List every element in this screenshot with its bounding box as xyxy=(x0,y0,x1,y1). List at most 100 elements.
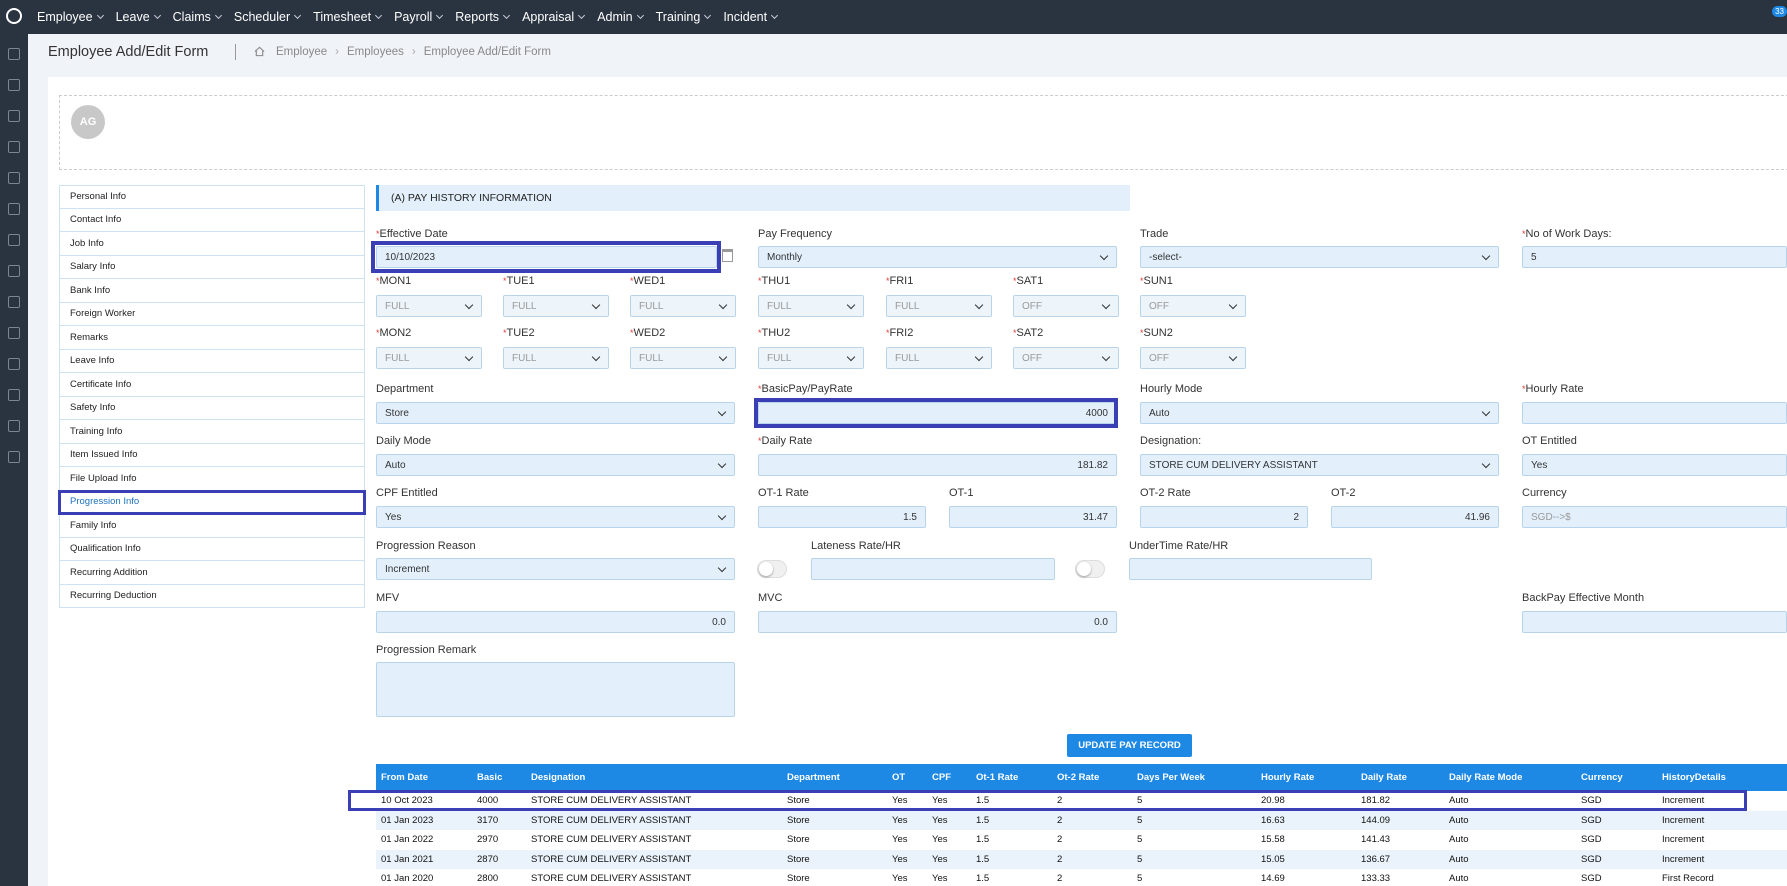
avatar[interactable]: AG xyxy=(71,105,105,139)
menu-training[interactable]: Training xyxy=(656,10,712,24)
calendar-icon[interactable] xyxy=(722,249,733,262)
pay-frequency-select[interactable]: Monthly xyxy=(758,246,1117,268)
column-header[interactable]: Ot-1 Rate xyxy=(976,764,1018,791)
sun2-select[interactable]: OFF xyxy=(1140,347,1246,369)
cpf-entitled-select[interactable]: Yes xyxy=(376,506,735,528)
progression-reason-select[interactable]: Increment xyxy=(376,558,735,580)
undertime-toggle[interactable] xyxy=(1075,560,1105,578)
home-icon[interactable] xyxy=(254,46,265,57)
sidebar-folder-icon[interactable] xyxy=(8,296,20,308)
ot2-input[interactable]: 41.96 xyxy=(1331,506,1499,528)
tue2-select[interactable]: FULL xyxy=(503,347,609,369)
lateness-toggle[interactable] xyxy=(757,560,787,578)
subnav-item-remarks[interactable]: Remarks xyxy=(59,326,365,350)
column-header[interactable]: OT xyxy=(892,764,905,791)
progression-remark-textarea[interactable] xyxy=(376,662,735,717)
sidebar-layers-icon[interactable] xyxy=(8,172,20,184)
table-row[interactable]: 01 Jan 2021 2870 STORE CUM DELIVERY ASSIST… xyxy=(376,849,1787,869)
mon1-select[interactable]: FULL xyxy=(376,295,482,317)
column-header[interactable]: HistoryDetails xyxy=(1662,764,1726,791)
column-header[interactable]: Department xyxy=(787,764,840,791)
column-header[interactable]: Daily Rate xyxy=(1361,764,1407,791)
column-header[interactable]: Basic xyxy=(477,764,502,791)
table-row[interactable]: 01 Jan 2023 3170 STORE CUM DELIVERY ASSIST… xyxy=(376,810,1787,830)
sidebar-inbox-icon[interactable] xyxy=(8,358,20,370)
subnav-item-item-issued-info[interactable]: Item Issued Info xyxy=(59,443,365,467)
daily-mode-select[interactable]: Auto xyxy=(376,454,735,476)
column-header[interactable]: Hourly Rate xyxy=(1261,764,1314,791)
subnav-item-progression-info[interactable]: Progression Info xyxy=(58,489,366,515)
undertime-rate-input[interactable] xyxy=(1129,558,1372,580)
column-header[interactable]: From Date xyxy=(381,764,428,791)
sidebar-gear-icon[interactable] xyxy=(8,234,20,246)
thu1-select[interactable]: FULL xyxy=(758,295,864,317)
currency-input[interactable]: SGD-->$ xyxy=(1522,506,1787,528)
menu-appraisal[interactable]: Appraisal xyxy=(522,10,586,24)
column-header[interactable]: Days Per Week xyxy=(1137,764,1205,791)
subnav-item-leave-info[interactable]: Leave Info xyxy=(59,349,365,373)
subnav-item-bank-info[interactable]: Bank Info xyxy=(59,279,365,303)
subnav-item-recurring-addition[interactable]: Recurring Addition xyxy=(59,561,365,585)
sidebar-list-icon[interactable] xyxy=(8,141,20,153)
breadcrumb-employee[interactable]: Employee xyxy=(276,46,327,58)
lateness-rate-input[interactable] xyxy=(811,558,1055,580)
ot-entitled-select[interactable]: Yes xyxy=(1522,454,1787,476)
trade-select[interactable]: -select- xyxy=(1140,246,1499,268)
subnav-item-job-info[interactable]: Job Info xyxy=(59,232,365,256)
menu-reports[interactable]: Reports xyxy=(455,10,511,24)
subnav-item-family-info[interactable]: Family Info xyxy=(59,514,365,538)
sidebar-file-icon[interactable] xyxy=(8,327,20,339)
hourly-rate-input[interactable] xyxy=(1522,402,1787,424)
table-row[interactable]: 01 Jan 2022 2970 STORE CUM DELIVERY ASSIST… xyxy=(376,830,1787,850)
ot1-rate-input[interactable]: 1.5 xyxy=(758,506,926,528)
menu-admin[interactable]: Admin xyxy=(597,10,644,24)
wed1-select[interactable]: FULL xyxy=(630,295,736,317)
subnav-item-certificate-info[interactable]: Certificate Info xyxy=(59,373,365,397)
wed2-select[interactable]: FULL xyxy=(630,347,736,369)
sidebar-copy-icon[interactable] xyxy=(8,451,20,463)
menu-scheduler[interactable]: Scheduler xyxy=(234,10,302,24)
hourly-mode-select[interactable]: Auto xyxy=(1140,402,1499,424)
ot2-rate-input[interactable]: 2 xyxy=(1140,506,1308,528)
sidebar-chart-icon[interactable] xyxy=(8,203,20,215)
daily-rate-input[interactable]: 181.82 xyxy=(758,454,1117,476)
thu2-select[interactable]: FULL xyxy=(758,347,864,369)
sidebar-edit-icon[interactable] xyxy=(8,420,20,432)
subnav-item-foreign-worker[interactable]: Foreign Worker xyxy=(59,302,365,326)
ot1-input[interactable]: 31.47 xyxy=(949,506,1117,528)
work-days-input[interactable]: 5 xyxy=(1522,246,1787,268)
menu-payroll[interactable]: Payroll xyxy=(394,10,444,24)
subnav-item-recurring-deduction[interactable]: Recurring Deduction xyxy=(59,584,365,608)
app-logo-icon[interactable] xyxy=(6,8,22,24)
menu-employee[interactable]: Employee xyxy=(37,10,104,24)
sat2-select[interactable]: OFF xyxy=(1013,347,1119,369)
subnav-item-training-info[interactable]: Training Info xyxy=(59,420,365,444)
sidebar-dashboard-icon[interactable] xyxy=(8,48,20,60)
tue1-select[interactable]: FULL xyxy=(503,295,609,317)
subnav-item-salary-info[interactable]: Salary Info xyxy=(59,255,365,279)
column-header[interactable]: Designation xyxy=(531,764,585,791)
subnav-item-qualification-info[interactable]: Qualification Info xyxy=(59,537,365,561)
column-header[interactable]: CPF xyxy=(932,764,951,791)
sun1-select[interactable]: OFF xyxy=(1140,295,1246,317)
designation-select[interactable]: STORE CUM DELIVERY ASSISTANT xyxy=(1140,454,1499,476)
column-header[interactable]: Daily Rate Mode xyxy=(1449,764,1522,791)
sidebar-stack-icon[interactable] xyxy=(8,389,20,401)
column-header[interactable]: Ot-2 Rate xyxy=(1057,764,1099,791)
column-header[interactable]: Currency xyxy=(1581,764,1623,791)
sidebar-document-icon[interactable] xyxy=(8,265,20,277)
table-row[interactable]: 01 Jan 2020 2800 STORE CUM DELIVERY ASSIST… xyxy=(376,869,1787,886)
menu-timesheet[interactable]: Timesheet xyxy=(313,10,383,24)
subnav-item-personal-info[interactable]: Personal Info xyxy=(59,185,365,209)
fri1-select[interactable]: FULL xyxy=(886,295,992,317)
notification-badge[interactable]: 33 xyxy=(1772,6,1787,17)
mvc-input[interactable]: 0.0 xyxy=(758,611,1117,633)
subnav-item-safety-info[interactable]: Safety Info xyxy=(59,396,365,420)
mfv-input[interactable]: 0.0 xyxy=(376,611,735,633)
subnav-item-contact-info[interactable]: Contact Info xyxy=(59,208,365,232)
subnav-item-file-upload-info[interactable]: File Upload Info xyxy=(59,467,365,491)
menu-claims[interactable]: Claims xyxy=(173,10,222,24)
sat1-select[interactable]: OFF xyxy=(1013,295,1119,317)
sidebar-wallet-icon[interactable] xyxy=(8,110,20,122)
update-pay-record-button[interactable]: UPDATE PAY RECORD xyxy=(1067,734,1192,757)
